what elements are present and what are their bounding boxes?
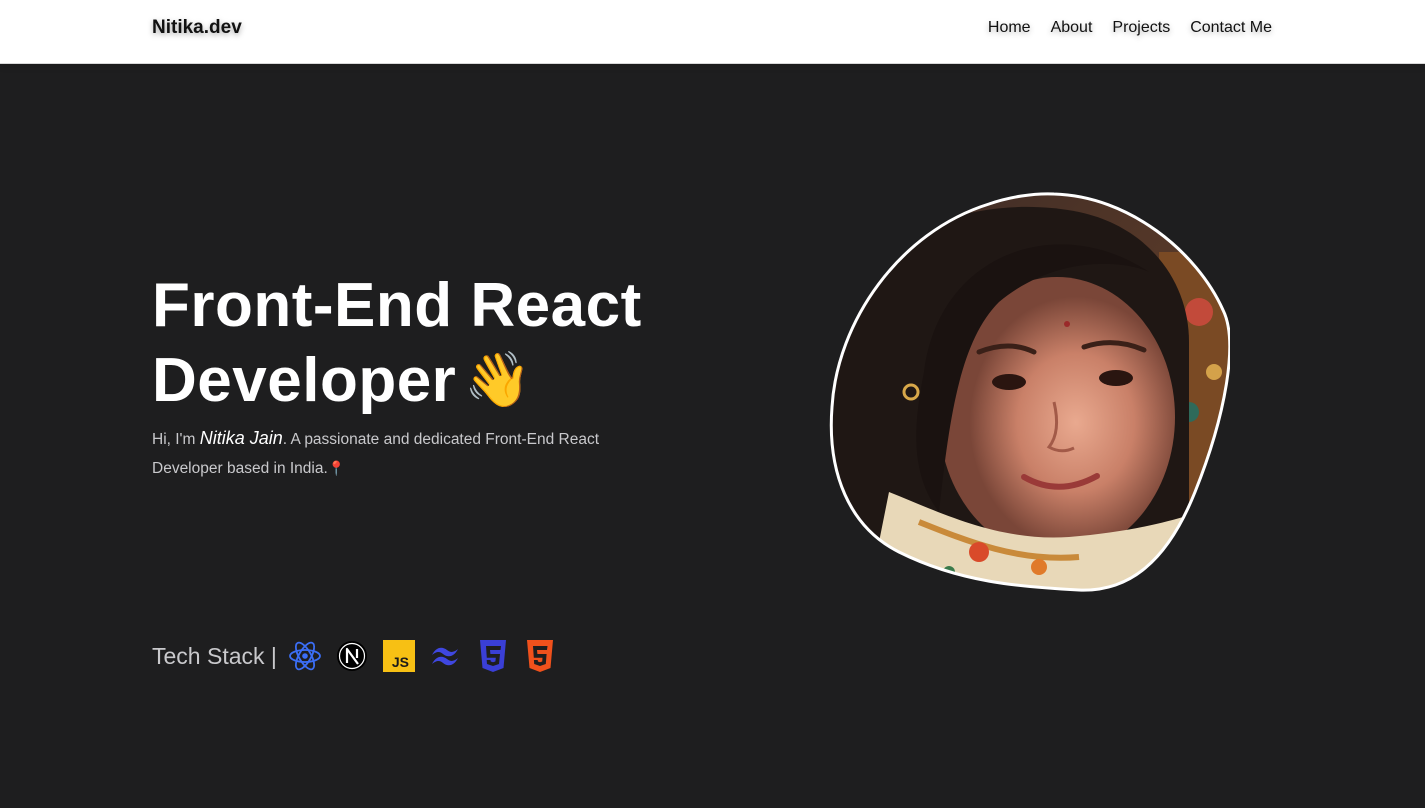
profile-photo bbox=[829, 192, 1230, 592]
nav-link-home[interactable]: Home bbox=[988, 19, 1031, 37]
hero-title-word: Developer bbox=[152, 346, 457, 415]
svg-text:JS: JS bbox=[392, 654, 409, 670]
tailwind-icon bbox=[431, 647, 458, 666]
brand-logo[interactable]: Nitika.dev bbox=[152, 17, 242, 39]
javascript-icon: JS bbox=[382, 640, 415, 672]
nav-link-projects[interactable]: Projects bbox=[1112, 19, 1170, 37]
tech-stack: Tech Stack | JS bbox=[152, 638, 569, 674]
hero-title: Front-End React Developer 👋 bbox=[152, 268, 772, 418]
nav-link-about[interactable]: About bbox=[1051, 19, 1093, 37]
navbar: Nitika.dev Home About Projects Contact M… bbox=[0, 0, 1425, 64]
nextjs-icon bbox=[336, 641, 367, 671]
waving-hand-icon: 👋 bbox=[464, 350, 533, 410]
react-icon bbox=[288, 641, 321, 671]
developer-name: Nitika Jain bbox=[199, 428, 283, 448]
hero-title-line-1: Front-End React bbox=[152, 271, 642, 340]
nav-link-contact[interactable]: Contact Me bbox=[1190, 19, 1272, 37]
hero-title-line-2: Developer 👋 bbox=[152, 343, 772, 418]
css3-icon bbox=[479, 640, 506, 672]
tech-stack-label: Tech Stack | bbox=[152, 642, 277, 669]
html5-icon bbox=[526, 640, 553, 672]
location-pin-icon: 📍 bbox=[327, 460, 346, 476]
nav-links: Home About Projects Contact Me bbox=[988, 19, 1272, 37]
intro-prefix: Hi, I'm bbox=[152, 431, 200, 448]
hero-intro: Hi, I'm Nitika Jain. A passionate and de… bbox=[152, 424, 672, 483]
